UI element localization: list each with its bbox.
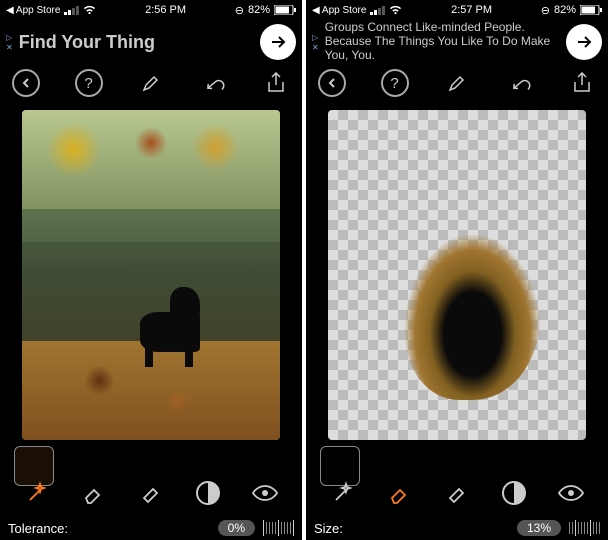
slider-label: Tolerance: bbox=[8, 521, 68, 536]
ad-text: Groups Connect Like-minded People. Becau… bbox=[325, 21, 560, 62]
help-button[interactable]: ? bbox=[381, 69, 409, 97]
phone-screen-right: ◀ App Store 2:57 PM ⊖ 82% ▷✕ Groups Conn… bbox=[306, 0, 608, 540]
battery-icon bbox=[274, 5, 296, 15]
rotation-lock-icon: ⊖ bbox=[541, 4, 550, 17]
magic-wand-tool[interactable] bbox=[21, 477, 53, 509]
share-button[interactable] bbox=[568, 69, 596, 97]
ad-arrow-button[interactable] bbox=[260, 24, 296, 60]
undo-button[interactable] bbox=[200, 69, 228, 97]
battery-icon bbox=[580, 5, 602, 15]
invert-tool[interactable] bbox=[498, 477, 530, 509]
slider-ticks[interactable] bbox=[263, 520, 294, 536]
back-button[interactable] bbox=[12, 69, 40, 97]
preview-tool[interactable] bbox=[249, 477, 281, 509]
wifi-icon bbox=[389, 5, 402, 15]
tool-bar bbox=[0, 472, 302, 514]
brush-settings-button[interactable] bbox=[137, 69, 165, 97]
back-button[interactable] bbox=[318, 69, 346, 97]
editing-canvas[interactable] bbox=[328, 110, 586, 440]
undo-button[interactable] bbox=[506, 69, 534, 97]
help-button[interactable]: ? bbox=[75, 69, 103, 97]
ad-banner[interactable]: ▷✕ Groups Connect Like-minded People. Be… bbox=[306, 20, 608, 64]
clock: 2:57 PM bbox=[451, 4, 492, 16]
back-to-app[interactable]: ◀ App Store bbox=[6, 5, 60, 16]
phone-screen-left: ◀ App Store 2:56 PM ⊖ 82% ▷✕ Find Your T… bbox=[0, 0, 302, 540]
status-bar: ◀ App Store 2:56 PM ⊖ 82% bbox=[0, 0, 302, 20]
invert-tool[interactable] bbox=[192, 477, 224, 509]
magic-wand-tool[interactable] bbox=[327, 477, 359, 509]
share-button[interactable] bbox=[262, 69, 290, 97]
restore-tool[interactable] bbox=[441, 477, 473, 509]
wifi-icon bbox=[83, 5, 96, 15]
slider-bar: Tolerance: 0% bbox=[0, 516, 302, 540]
eraser-tool[interactable] bbox=[384, 477, 416, 509]
ad-banner[interactable]: ▷✕ Find Your Thing bbox=[0, 20, 302, 64]
ad-arrow-button[interactable] bbox=[566, 24, 602, 60]
ad-badge: ▷✕ bbox=[312, 33, 319, 52]
preview-tool[interactable] bbox=[555, 477, 587, 509]
rotation-lock-icon: ⊖ bbox=[235, 4, 244, 17]
battery-percent: 82% bbox=[248, 4, 270, 16]
slider-label: Size: bbox=[314, 521, 343, 536]
tool-bar bbox=[306, 472, 608, 514]
status-bar: ◀ App Store 2:57 PM ⊖ 82% bbox=[306, 0, 608, 20]
battery-percent: 82% bbox=[554, 4, 576, 16]
eraser-tool[interactable] bbox=[78, 477, 110, 509]
slider-bar: Size: 13% bbox=[306, 516, 608, 540]
ad-badge: ▷✕ bbox=[6, 33, 13, 52]
cell-signal-icon bbox=[370, 6, 385, 15]
ad-text: Find Your Thing bbox=[19, 32, 254, 53]
slider-ticks[interactable] bbox=[569, 520, 600, 536]
editing-canvas[interactable] bbox=[22, 110, 280, 440]
cell-signal-icon bbox=[64, 6, 79, 15]
back-to-app[interactable]: ◀ App Store bbox=[312, 5, 366, 16]
restore-tool[interactable] bbox=[135, 477, 167, 509]
top-toolbar: ? bbox=[0, 64, 302, 102]
slider-value: 0% bbox=[218, 520, 255, 536]
slider-value: 13% bbox=[517, 520, 561, 536]
top-toolbar: ? bbox=[306, 64, 608, 102]
clock: 2:56 PM bbox=[145, 4, 186, 16]
brush-settings-button[interactable] bbox=[443, 69, 471, 97]
